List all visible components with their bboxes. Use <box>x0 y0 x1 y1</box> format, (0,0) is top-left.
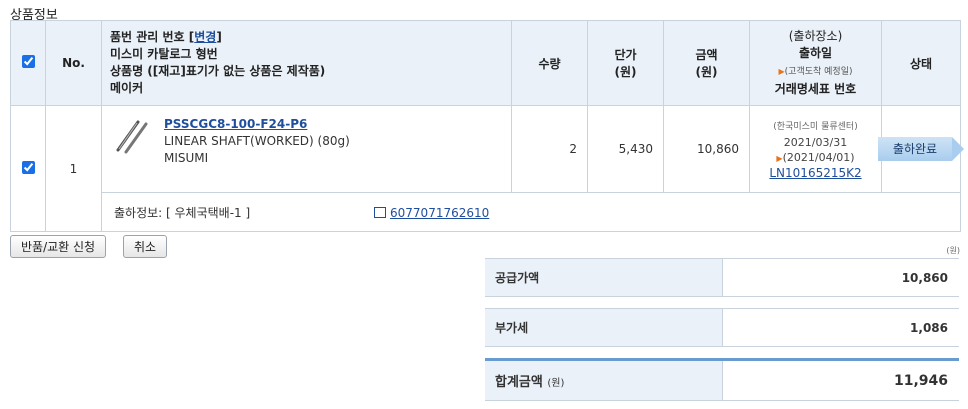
tracking-link[interactable]: 6077071762610 <box>374 206 489 220</box>
row-checkbox[interactable] <box>21 160 35 174</box>
header-qty: 수량 <box>511 20 588 106</box>
external-window-icon <box>374 206 387 218</box>
row-status: 출하완료 <box>878 105 964 193</box>
row-qty: 2 <box>511 105 588 193</box>
total-unit: (원) <box>547 378 565 389</box>
header-invoice-no: 거래명세표 번호 <box>774 82 857 96</box>
product-info: PSSCGC8-100-F24-P6 LINEAR SHAFT(WORKED) … <box>114 116 511 167</box>
table-row: 1 PSSCGC8-100-F24-P6 LINEAR SHAFT(WORKED… <box>10 105 964 232</box>
header-unit-price: 단가 (원) <box>587 20 664 106</box>
total-value: 11,946 <box>722 358 959 401</box>
header-ship-place: (출하장소) <box>788 29 843 43</box>
arrival-date: (2021/04/01) <box>782 150 855 164</box>
header-status: 상태 <box>881 20 961 106</box>
row-select-cell <box>10 105 46 232</box>
supply-value: 10,860 <box>722 258 959 297</box>
row-amount: 10,860 <box>663 105 750 193</box>
tracking-number: 6077071762610 <box>390 205 490 220</box>
header-unit-price-label: 단가 <box>614 48 637 62</box>
total-label: 합계금액 <box>495 375 543 390</box>
total-label-cell: 합계금액 (원) <box>485 358 723 401</box>
invoice-link[interactable]: LN10165215K2 <box>769 166 861 180</box>
cancel-button[interactable]: 취소 <box>123 235 168 258</box>
header-unit-price-unit: (원) <box>614 65 637 79</box>
product-cell: PSSCGC8-100-F24-P6 LINEAR SHAFT(WORKED) … <box>101 105 512 193</box>
product-maker: MISUMI <box>164 151 209 165</box>
header-product-line1: 품번 관리 번호 [ <box>110 30 195 44</box>
ship-place: (한국미스미 물류센터) <box>773 121 858 132</box>
vat-row: 부가세 1,086 <box>485 308 959 347</box>
change-link[interactable]: 변경 <box>194 30 216 44</box>
header-amount: 금액 (원) <box>663 20 750 106</box>
table-header-row: No. 품번 관리 번호 [변경] 미스미 카탈로그 형번 상품명 ([재고]표… <box>10 20 961 106</box>
product-name: LINEAR SHAFT(WORKED) (80g) <box>164 134 350 148</box>
vat-value: 1,086 <box>722 308 959 347</box>
select-all-cell <box>10 20 46 106</box>
header-product-line2: 미스미 카탈로그 형번 <box>110 47 218 61</box>
header-shipping: (출하장소) 출하일 ▶(고객도착 예정일) 거래명세표 번호 <box>749 20 882 106</box>
header-bracket: ] <box>216 30 222 44</box>
return-exchange-button[interactable]: 반품/교환 신청 <box>10 235 107 258</box>
supply-summary: 공급가액 10,860 <box>485 258 959 297</box>
vat-summary: 부가세 1,086 <box>485 308 959 347</box>
header-arrival: ▶(고객도착 예정일) <box>779 67 853 77</box>
total-row: 합계금액 (원) 11,946 <box>485 358 959 401</box>
ship-date: 2021/03/31 <box>783 135 848 149</box>
supply-row: 공급가액 10,860 <box>485 258 959 297</box>
header-product: 품번 관리 번호 [변경] 미스미 카탈로그 형번 상품명 ([재고]표기가 없… <box>101 20 512 106</box>
row-unit-price: 5,430 <box>587 105 664 193</box>
product-table: No. 품번 관리 번호 [변경] 미스미 카탈로그 형번 상품명 ([재고]표… <box>10 20 964 232</box>
shipping-info-label: 출하정보: [ 우체국택배-1 ] <box>114 205 251 220</box>
header-product-line4: 메이커 <box>110 81 144 95</box>
supply-label: 공급가액 <box>485 258 723 297</box>
row-no: 1 <box>45 105 102 232</box>
header-ship-expected: (고객도착 예정일) <box>784 67 853 77</box>
header-amount-unit: (원) <box>695 65 718 79</box>
header-product-line3: 상품명 ([재고]표기가 없는 상품은 제작품) <box>110 64 326 78</box>
currency-unit-note: (원) <box>946 246 960 255</box>
header-ship-date: 출하일 <box>798 46 833 60</box>
product-image <box>116 120 148 154</box>
part-number-link[interactable]: PSSCGC8-100-F24-P6 <box>164 117 307 131</box>
shipping-info-row: 출하정보: [ 우체국택배-1 ] 6077071762610 <box>11 192 961 232</box>
row-shipping: (한국미스미 물류센터) 2021/03/31 ▶(2021/04/01) LN… <box>749 105 882 193</box>
header-no: No. <box>45 20 102 106</box>
shipping-info: 출하정보: [ 우체국택배-1 ] 6077071762610 <box>101 192 961 232</box>
status-badge: 출하완료 <box>878 137 964 161</box>
vat-label: 부가세 <box>485 308 723 347</box>
select-all-checkbox[interactable] <box>21 55 35 68</box>
header-amount-label: 금액 <box>695 48 718 62</box>
total-summary: 합계금액 (원) 11,946 <box>485 358 959 401</box>
